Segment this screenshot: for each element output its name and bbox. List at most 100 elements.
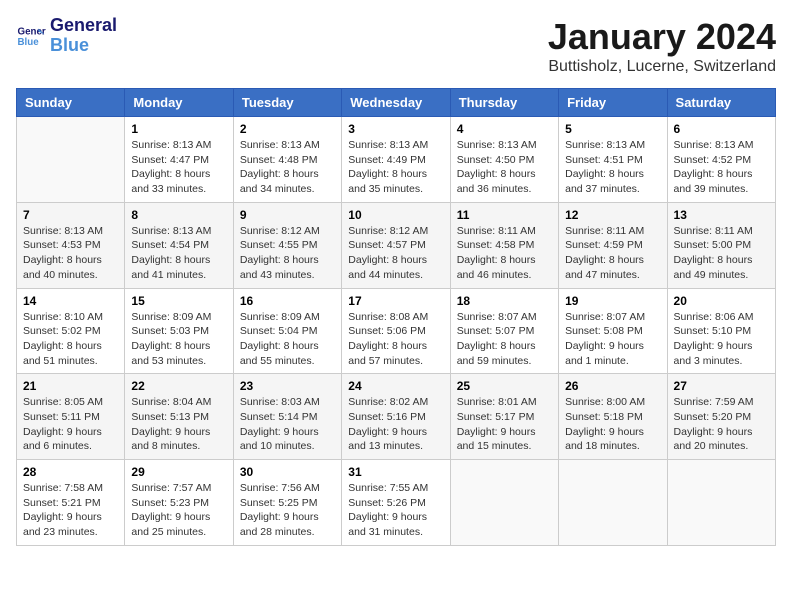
day-number: 6 <box>674 122 769 136</box>
calendar-cell: 14 Sunrise: 8:10 AM Sunset: 5:02 PM Dayli… <box>17 288 125 374</box>
calendar-row: 14 Sunrise: 8:10 AM Sunset: 5:02 PM Dayli… <box>17 288 776 374</box>
day-info: Sunrise: 8:12 AM Sunset: 4:55 PM Dayligh… <box>240 224 335 283</box>
day-info: Sunrise: 8:10 AM Sunset: 5:02 PM Dayligh… <box>23 310 118 369</box>
day-info: Sunrise: 8:13 AM Sunset: 4:53 PM Dayligh… <box>23 224 118 283</box>
day-number: 21 <box>23 379 118 393</box>
calendar-cell: 11Sunrise: 8:11 AM Sunset: 4:58 PM Dayli… <box>450 202 558 288</box>
calendar-cell: 5 Sunrise: 8:13 AM Sunset: 4:51 PM Daylig… <box>559 117 667 203</box>
day-info: Sunrise: 8:13 AM Sunset: 4:48 PM Dayligh… <box>240 138 335 197</box>
day-number: 1 <box>131 122 226 136</box>
day-number: 24 <box>348 379 443 393</box>
weekday-header-cell: Monday <box>125 89 233 117</box>
calendar-header: SundayMondayTuesdayWednesdayThursdayFrid… <box>17 89 776 117</box>
day-info: Sunrise: 8:01 AM Sunset: 5:17 PM Dayligh… <box>457 395 552 454</box>
day-info: Sunrise: 8:12 AM Sunset: 4:57 PM Dayligh… <box>348 224 443 283</box>
calendar-cell: 20 Sunrise: 8:06 AM Sunset: 5:10 PM Dayli… <box>667 288 775 374</box>
day-number: 22 <box>131 379 226 393</box>
calendar-cell: 30Sunrise: 7:56 AM Sunset: 5:25 PM Dayli… <box>233 460 341 546</box>
weekday-header-row: SundayMondayTuesdayWednesdayThursdayFrid… <box>17 89 776 117</box>
calendar-cell: 16Sunrise: 8:09 AM Sunset: 5:04 PM Dayli… <box>233 288 341 374</box>
calendar-cell: 21 Sunrise: 8:05 AM Sunset: 5:11 PM Dayli… <box>17 374 125 460</box>
calendar-cell: 25 Sunrise: 8:01 AM Sunset: 5:17 PM Dayli… <box>450 374 558 460</box>
day-info: Sunrise: 8:04 AM Sunset: 5:13 PM Dayligh… <box>131 395 226 454</box>
calendar-cell: 22 Sunrise: 8:04 AM Sunset: 5:13 PM Dayli… <box>125 374 233 460</box>
calendar-row: 21 Sunrise: 8:05 AM Sunset: 5:11 PM Dayli… <box>17 374 776 460</box>
calendar-cell: 8 Sunrise: 8:13 AM Sunset: 4:54 PM Daylig… <box>125 202 233 288</box>
day-number: 26 <box>565 379 660 393</box>
calendar-cell: 28 Sunrise: 7:58 AM Sunset: 5:21 PM Dayli… <box>17 460 125 546</box>
svg-text:Blue: Blue <box>18 37 40 48</box>
day-number: 14 <box>23 294 118 308</box>
day-number: 28 <box>23 465 118 479</box>
weekday-header-cell: Sunday <box>17 89 125 117</box>
day-number: 31 <box>348 465 443 479</box>
day-number: 8 <box>131 208 226 222</box>
calendar-row: 28 Sunrise: 7:58 AM Sunset: 5:21 PM Dayli… <box>17 460 776 546</box>
calendar-title: January 2024 <box>548 16 776 58</box>
calendar-cell <box>450 460 558 546</box>
day-info: Sunrise: 8:13 AM Sunset: 4:50 PM Dayligh… <box>457 138 552 197</box>
calendar-cell: 19Sunrise: 8:07 AM Sunset: 5:08 PM Dayli… <box>559 288 667 374</box>
day-number: 7 <box>23 208 118 222</box>
calendar-cell: 26Sunrise: 8:00 AM Sunset: 5:18 PM Dayli… <box>559 374 667 460</box>
day-number: 13 <box>674 208 769 222</box>
day-info: Sunrise: 8:03 AM Sunset: 5:14 PM Dayligh… <box>240 395 335 454</box>
calendar-cell: 24 Sunrise: 8:02 AM Sunset: 5:16 PM Dayli… <box>342 374 450 460</box>
day-number: 17 <box>348 294 443 308</box>
day-number: 11 <box>457 208 552 222</box>
day-info: Sunrise: 8:09 AM Sunset: 5:04 PM Dayligh… <box>240 310 335 369</box>
weekday-header-cell: Tuesday <box>233 89 341 117</box>
day-info: Sunrise: 7:57 AM Sunset: 5:23 PM Dayligh… <box>131 481 226 540</box>
calendar-cell: 29 Sunrise: 7:57 AM Sunset: 5:23 PM Dayli… <box>125 460 233 546</box>
calendar-cell: 15 Sunrise: 8:09 AM Sunset: 5:03 PM Dayli… <box>125 288 233 374</box>
calendar-cell: 13Sunrise: 8:11 AM Sunset: 5:00 PM Dayli… <box>667 202 775 288</box>
calendar-cell: 12 Sunrise: 8:11 AM Sunset: 4:59 PM Dayli… <box>559 202 667 288</box>
day-info: Sunrise: 8:09 AM Sunset: 5:03 PM Dayligh… <box>131 310 226 369</box>
weekday-header-cell: Saturday <box>667 89 775 117</box>
calendar-cell: 23 Sunrise: 8:03 AM Sunset: 5:14 PM Dayli… <box>233 374 341 460</box>
day-number: 9 <box>240 208 335 222</box>
calendar-cell: 10 Sunrise: 8:12 AM Sunset: 4:57 PM Dayli… <box>342 202 450 288</box>
day-info: Sunrise: 8:08 AM Sunset: 5:06 PM Dayligh… <box>348 310 443 369</box>
day-number: 15 <box>131 294 226 308</box>
day-number: 4 <box>457 122 552 136</box>
day-info: Sunrise: 8:13 AM Sunset: 4:49 PM Dayligh… <box>348 138 443 197</box>
day-info: Sunrise: 8:13 AM Sunset: 4:54 PM Dayligh… <box>131 224 226 283</box>
weekday-header-cell: Thursday <box>450 89 558 117</box>
calendar-cell: 9 Sunrise: 8:12 AM Sunset: 4:55 PM Daylig… <box>233 202 341 288</box>
day-number: 2 <box>240 122 335 136</box>
calendar-cell: 31Sunrise: 7:55 AM Sunset: 5:26 PM Dayli… <box>342 460 450 546</box>
day-number: 10 <box>348 208 443 222</box>
day-number: 23 <box>240 379 335 393</box>
day-number: 20 <box>674 294 769 308</box>
weekday-header-cell: Wednesday <box>342 89 450 117</box>
day-number: 12 <box>565 208 660 222</box>
title-block: January 2024 Buttisholz, Lucerne, Switze… <box>548 16 776 76</box>
day-number: 29 <box>131 465 226 479</box>
day-info: Sunrise: 8:07 AM Sunset: 5:07 PM Dayligh… <box>457 310 552 369</box>
day-info: Sunrise: 7:58 AM Sunset: 5:21 PM Dayligh… <box>23 481 118 540</box>
calendar-cell: 2 Sunrise: 8:13 AM Sunset: 4:48 PM Daylig… <box>233 117 341 203</box>
day-number: 5 <box>565 122 660 136</box>
day-info: Sunrise: 8:05 AM Sunset: 5:11 PM Dayligh… <box>23 395 118 454</box>
day-info: Sunrise: 7:59 AM Sunset: 5:20 PM Dayligh… <box>674 395 769 454</box>
calendar-row: 7 Sunrise: 8:13 AM Sunset: 4:53 PM Daylig… <box>17 202 776 288</box>
day-number: 25 <box>457 379 552 393</box>
day-info: Sunrise: 8:06 AM Sunset: 5:10 PM Dayligh… <box>674 310 769 369</box>
calendar-cell <box>17 117 125 203</box>
calendar-cell: 27 Sunrise: 7:59 AM Sunset: 5:20 PM Dayli… <box>667 374 775 460</box>
calendar-cell: 1 Sunrise: 8:13 AM Sunset: 4:47 PM Daylig… <box>125 117 233 203</box>
calendar-cell <box>559 460 667 546</box>
day-info: Sunrise: 8:11 AM Sunset: 4:59 PM Dayligh… <box>565 224 660 283</box>
calendar-cell: 6 Sunrise: 8:13 AM Sunset: 4:52 PM Daylig… <box>667 117 775 203</box>
day-number: 3 <box>348 122 443 136</box>
day-info: Sunrise: 8:13 AM Sunset: 4:47 PM Dayligh… <box>131 138 226 197</box>
day-number: 27 <box>674 379 769 393</box>
day-info: Sunrise: 8:02 AM Sunset: 5:16 PM Dayligh… <box>348 395 443 454</box>
calendar-cell: 18Sunrise: 8:07 AM Sunset: 5:07 PM Dayli… <box>450 288 558 374</box>
logo: General Blue General Blue <box>16 16 117 56</box>
logo-icon: General Blue <box>16 21 46 51</box>
calendar-cell: 17 Sunrise: 8:08 AM Sunset: 5:06 PM Dayli… <box>342 288 450 374</box>
day-info: Sunrise: 8:13 AM Sunset: 4:52 PM Dayligh… <box>674 138 769 197</box>
day-info: Sunrise: 8:13 AM Sunset: 4:51 PM Dayligh… <box>565 138 660 197</box>
